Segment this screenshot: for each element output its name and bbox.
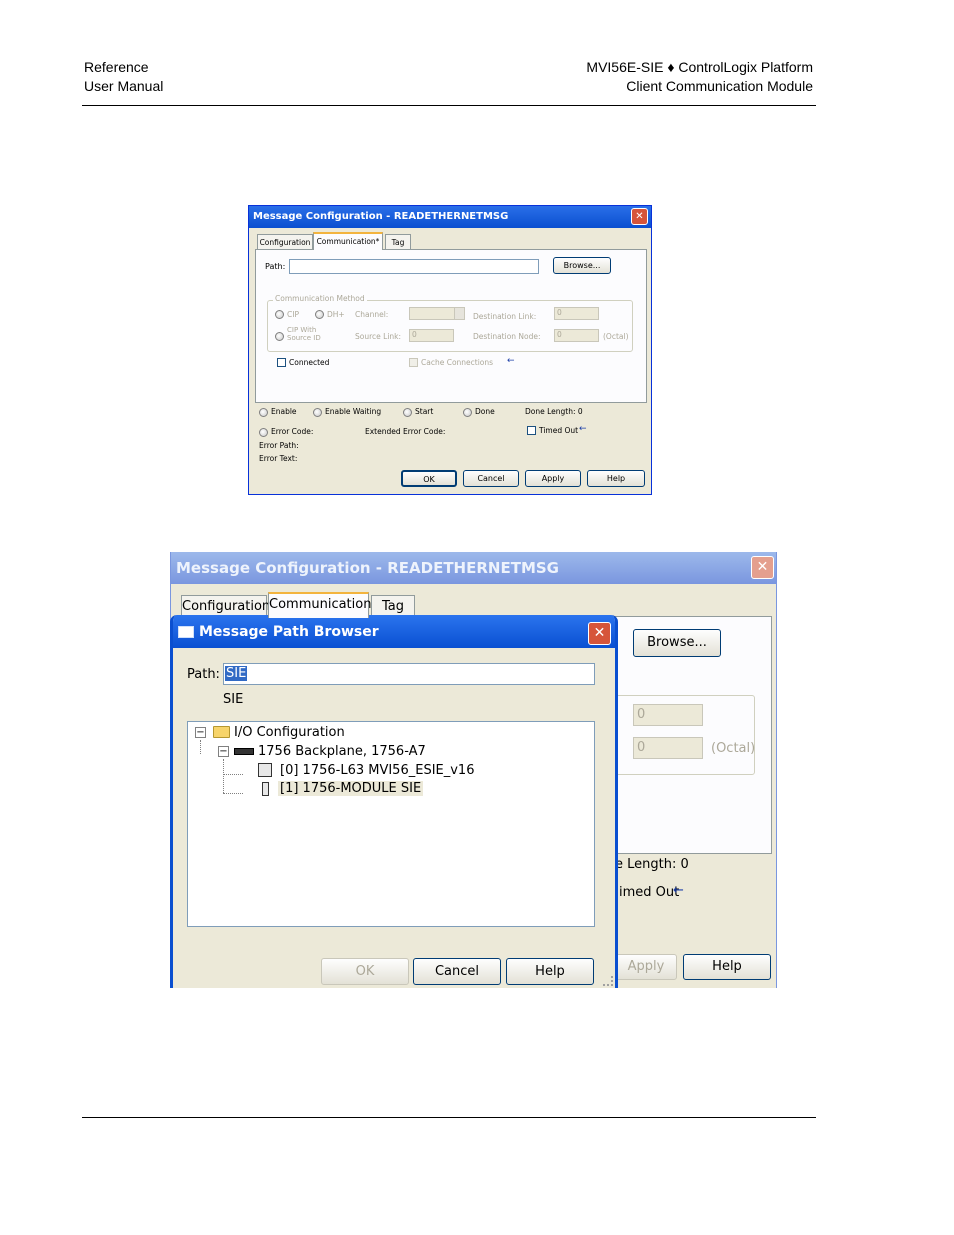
help-button[interactable]: Help	[587, 470, 645, 487]
radio-cip-source-id[interactable]	[275, 332, 284, 341]
error-text-label: Error Text:	[259, 454, 298, 463]
cache-connections-checkbox[interactable]	[409, 358, 418, 367]
path-browser-path-selection: SIE	[225, 666, 248, 681]
timed-out-checkbox[interactable]	[527, 426, 536, 435]
path-browser-ok-button[interactable]: OK	[321, 958, 409, 985]
tree-item-controller[interactable]: [0] 1756-L63 MVI56_ESIE_v16	[280, 763, 474, 778]
error-code-label: Error Code:	[271, 427, 314, 436]
destination-link-label: Destination Link:	[473, 312, 537, 321]
ok-button[interactable]: OK	[401, 470, 457, 487]
dialog2-help-button[interactable]: Help	[683, 954, 771, 980]
communication-method-label: Communication Method	[273, 294, 367, 303]
done-length-label: Done Length: 0	[525, 407, 583, 416]
dialog2-apply-button[interactable]: Apply	[615, 954, 677, 980]
timed-out-label: Timed Out	[539, 426, 579, 435]
cancel-button[interactable]: Cancel	[463, 470, 519, 487]
tab-communication[interactable]: Communication*	[313, 232, 383, 250]
radio-dh[interactable]	[315, 310, 324, 319]
dialog2-timed-out-label: imed Out	[619, 885, 680, 900]
close-icon[interactable]: ✕	[631, 208, 648, 225]
path-browser-titlebar[interactable]: Message Path Browser	[173, 615, 615, 648]
channel-label: Channel:	[355, 310, 389, 319]
path-browser-path-label: Path:	[187, 667, 220, 682]
path-browser-tree[interactable]: − I/O Configuration − 1756 Backplane, 17…	[187, 721, 595, 927]
source-link-input[interactable]: 0	[409, 329, 454, 342]
status-start-icon	[403, 408, 412, 417]
backplane-icon	[234, 748, 254, 755]
dialog2-timed-out-arrow-icon: ←	[673, 883, 684, 898]
tree-expander-io-configuration[interactable]: −	[195, 727, 206, 738]
header-module: Client Communication Module	[626, 78, 813, 94]
header-reference: Reference	[84, 59, 149, 75]
path-browser-resolved-path: SIE	[223, 692, 244, 707]
status-enable-label: Enable	[271, 407, 297, 416]
dialog1-titlebar[interactable]: Message Configuration - READETHERNETMSG	[249, 206, 651, 228]
path-browser-title: Message Path Browser	[199, 624, 379, 640]
header-rule	[82, 105, 816, 106]
dialog2-tab-tag[interactable]: Tag	[371, 595, 415, 617]
status-done-label: Done	[475, 407, 495, 416]
window-icon	[178, 626, 194, 638]
header-user-manual: User Manual	[84, 78, 164, 94]
path-browser-close-icon[interactable]: ✕	[588, 622, 611, 645]
arrow-left-icon: ←	[507, 356, 515, 366]
status-enable-icon	[259, 408, 268, 417]
tab-configuration[interactable]: Configuration	[257, 234, 313, 249]
dh-label: DH+	[327, 310, 345, 319]
connected-label: Connected	[289, 358, 330, 367]
dialog2-destination-node-input[interactable]: 0	[633, 737, 703, 759]
resize-grip-icon[interactable]	[603, 976, 613, 986]
timed-out-arrow-icon: ←	[579, 424, 587, 434]
tree-item-io-configuration[interactable]: I/O Configuration	[234, 725, 345, 740]
octal-label: (Octal)	[603, 332, 629, 341]
error-path-label: Error Path:	[259, 441, 299, 450]
path-label: Path:	[265, 262, 286, 271]
controller-module-icon	[258, 763, 272, 777]
path-browser-cancel-button[interactable]: Cancel	[413, 958, 501, 985]
tree-item-module-sie[interactable]: [1] 1756-MODULE SIE	[278, 781, 424, 796]
status-enable-waiting-label: Enable Waiting	[325, 407, 382, 416]
source-link-label: Source Link:	[355, 332, 402, 341]
path-browser-help-button[interactable]: Help	[506, 958, 594, 985]
dialog2-tab-configuration[interactable]: Configuration	[181, 595, 270, 617]
channel-select[interactable]	[409, 307, 465, 320]
status-start-label: Start	[415, 407, 434, 416]
dialog2-done-length-label: e Length: 0	[615, 857, 689, 872]
cip-label: CIP	[287, 310, 299, 319]
destination-node-label: Destination Node:	[473, 332, 541, 341]
path-browser-path-input[interactable]: SIE	[223, 663, 595, 685]
message-configuration-dialog-small: Message Configuration - READETHERNETMSG …	[248, 205, 652, 495]
dialog2-titlebar[interactable]: Message Configuration - READETHERNETMSG	[171, 552, 776, 584]
dialog2-title: Message Configuration - READETHERNETMSG	[176, 559, 559, 577]
header-product: MVI56E-SIE ♦ ControlLogix Platform	[586, 59, 813, 75]
extended-error-code-label: Extended Error Code:	[365, 427, 446, 436]
status-error-code-icon	[259, 428, 268, 437]
path-input[interactable]	[289, 259, 539, 274]
connected-checkbox[interactable]	[277, 358, 286, 367]
browse-button[interactable]: Browse...	[553, 257, 611, 274]
tree-item-backplane[interactable]: 1756 Backplane, 1756-A7	[258, 744, 426, 759]
destination-node-input[interactable]: 0	[554, 329, 599, 342]
dialog2-close-icon[interactable]: ✕	[751, 556, 774, 579]
radio-cip[interactable]	[275, 310, 284, 319]
dialog2-tab-communication[interactable]: Communication	[268, 592, 371, 618]
dialog1-title: Message Configuration - READETHERNETMSG	[253, 211, 509, 222]
tab-tag[interactable]: Tag	[385, 234, 411, 249]
tree-expander-backplane[interactable]: −	[218, 746, 229, 757]
io-module-icon	[262, 782, 269, 796]
status-enable-waiting-icon	[313, 408, 322, 417]
folder-icon	[213, 726, 230, 738]
dialog2-octal-label: (Octal)	[711, 741, 756, 756]
footer-rule	[82, 1117, 816, 1118]
cache-connections-label: Cache Connections	[421, 358, 494, 367]
apply-button[interactable]: Apply	[525, 470, 581, 487]
destination-link-input[interactable]: 0	[554, 307, 599, 320]
dialog2-destination-link-input[interactable]: 0	[633, 704, 703, 726]
cip-source-id-label: CIP With Source ID	[287, 326, 321, 342]
dialog2-browse-button[interactable]: Browse...	[633, 629, 721, 657]
status-done-icon	[463, 408, 472, 417]
message-path-browser-dialog: Message Path Browser ✕ Path: SIE SIE − I…	[170, 615, 618, 988]
